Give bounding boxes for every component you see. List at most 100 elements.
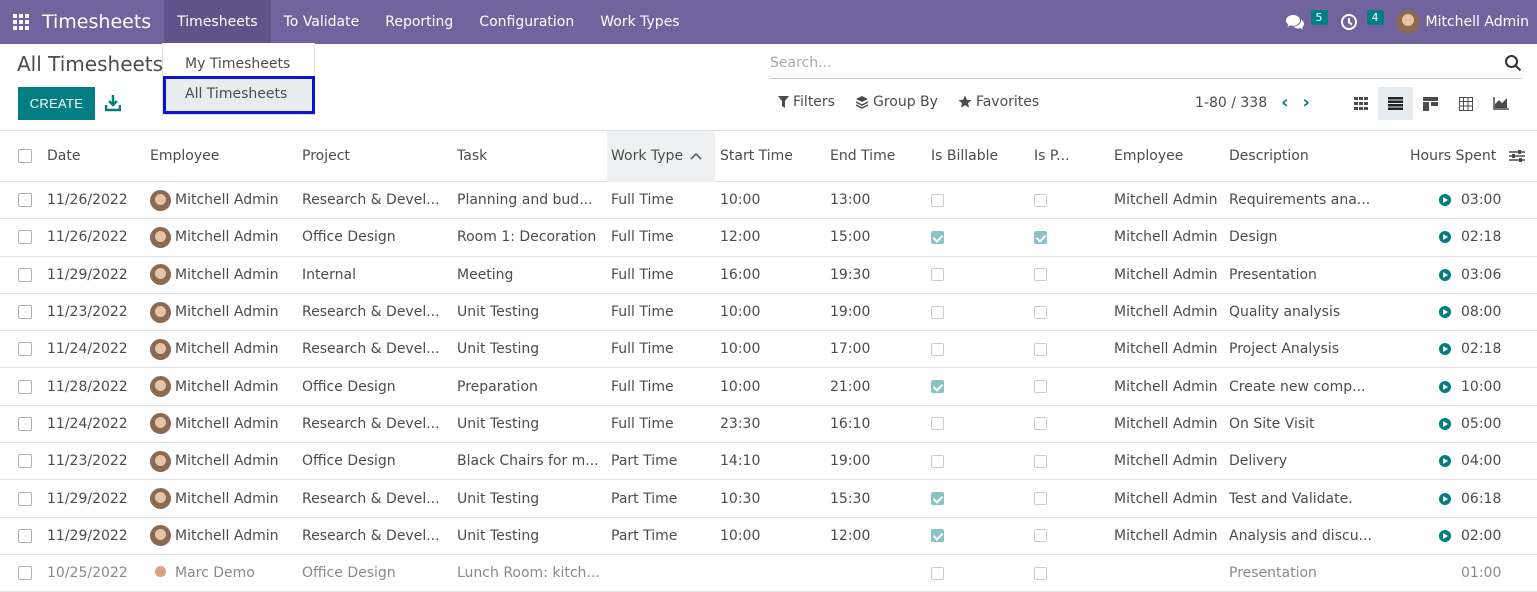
search-input[interactable] [770, 55, 1504, 71]
col-work-type[interactable]: Work Type [611, 131, 702, 181]
cell-end-time: 15:30 [830, 490, 871, 507]
billable-checkbox[interactable] [931, 268, 944, 282]
dropdown-all-timesheets[interactable]: All Timesheets [163, 76, 315, 114]
pager-range[interactable]: 1-80 / 338 [1195, 95, 1267, 111]
messages-button[interactable]: 5 [1274, 0, 1328, 44]
table-row[interactable]: 11/26/2022 Mitchell Admin Office Design Roo… [0, 219, 1537, 257]
group-by-button[interactable]: Group By [855, 94, 938, 110]
col-is-p[interactable]: Is P... [1034, 131, 1070, 181]
col-is-billable[interactable]: Is Billable [931, 131, 998, 181]
play-timer-icon[interactable] [1439, 194, 1451, 207]
row-checkbox[interactable] [18, 379, 32, 394]
row-checkbox[interactable] [18, 566, 32, 581]
col-employee-2[interactable]: Employee [1114, 131, 1183, 181]
play-timer-icon[interactable] [1439, 380, 1451, 393]
table-row[interactable]: 11/29/2022 Mitchell Admin Research & Devel… [0, 518, 1537, 555]
table-row[interactable]: 11/29/2022 Mitchell Admin Internal Meeting F… [0, 257, 1537, 294]
pivot-view-icon[interactable] [1448, 87, 1483, 120]
row-checkbox[interactable] [18, 193, 32, 208]
row-checkbox[interactable] [18, 342, 32, 357]
menu-reporting[interactable]: Reporting [372, 0, 466, 44]
is-p-checkbox[interactable] [1034, 417, 1047, 431]
optional-columns-icon[interactable] [1509, 131, 1525, 181]
filters-button[interactable]: Filters [778, 94, 835, 110]
menu-timesheets[interactable]: Timesheets [164, 0, 271, 44]
app-brand[interactable]: Timesheets [42, 11, 151, 33]
table-row[interactable]: 11/24/2022 Mitchell Admin Research & Devel… [0, 331, 1537, 369]
billable-checkbox[interactable] [931, 566, 944, 580]
cell-task: Unit Testing [457, 415, 540, 432]
col-task[interactable]: Task [457, 131, 487, 181]
list-view-icon[interactable] [1378, 87, 1413, 120]
col-employee[interactable]: Employee [150, 131, 219, 181]
row-checkbox[interactable] [18, 416, 32, 431]
favorites-button[interactable]: Favorites [958, 94, 1039, 110]
col-end-time[interactable]: End Time [830, 131, 895, 181]
billable-checkbox[interactable] [931, 342, 944, 356]
download-icon[interactable] [105, 94, 121, 112]
is-p-checkbox[interactable] [1034, 193, 1047, 207]
table-row[interactable]: 11/29/2022 Mitchell Admin Research & Devel… [0, 480, 1537, 518]
table-row[interactable]: 11/23/2022 Mitchell Admin Office Design Bla… [0, 443, 1537, 481]
pager-next-icon[interactable]: › [1303, 94, 1310, 112]
play-timer-icon[interactable] [1439, 529, 1451, 542]
billable-checkbox[interactable] [931, 193, 944, 207]
billable-checkbox[interactable] [931, 492, 944, 506]
billable-checkbox[interactable] [931, 454, 944, 468]
cell-date: 11/29/2022 [47, 490, 128, 507]
menu-work-types[interactable]: Work Types [587, 0, 692, 44]
is-p-checkbox[interactable] [1034, 380, 1047, 394]
col-hours-spent[interactable]: Hours Spent [1410, 131, 1496, 181]
table-row[interactable]: 10/25/2022 Marc Demo Office Design Lunch Ro… [0, 555, 1537, 592]
is-p-checkbox[interactable] [1034, 342, 1047, 356]
table-row[interactable]: 11/24/2022 Mitchell Admin Research & Devel… [0, 406, 1537, 444]
pager-previous-icon[interactable]: ‹ [1281, 94, 1288, 112]
billable-checkbox[interactable] [931, 380, 944, 394]
billable-checkbox[interactable] [931, 305, 944, 319]
row-checkbox[interactable] [18, 230, 32, 245]
billable-checkbox[interactable] [931, 529, 944, 543]
select-all-checkbox[interactable] [18, 149, 32, 163]
billable-checkbox[interactable] [931, 230, 944, 244]
create-button[interactable]: CREATE [18, 87, 95, 120]
row-checkbox[interactable] [18, 305, 32, 320]
activities-button[interactable]: 4 [1328, 0, 1384, 44]
is-p-checkbox[interactable] [1034, 305, 1047, 319]
row-checkbox[interactable] [18, 454, 32, 469]
row-checkbox[interactable] [18, 267, 32, 282]
is-p-checkbox[interactable] [1034, 529, 1047, 543]
menu-to-validate[interactable]: To Validate [271, 0, 373, 44]
table-row[interactable]: 11/23/2022 Mitchell Admin Research & Devel… [0, 294, 1537, 332]
billable-checkbox[interactable] [931, 417, 944, 431]
user-menu[interactable]: Mitchell Admin [1384, 10, 1529, 34]
play-timer-icon[interactable] [1439, 455, 1451, 468]
is-p-checkbox[interactable] [1034, 230, 1047, 244]
table-row[interactable]: 11/26/2022 Mitchell Admin Research & Devel… [0, 182, 1537, 220]
is-p-checkbox[interactable] [1034, 492, 1047, 506]
is-p-checkbox[interactable] [1034, 454, 1047, 468]
play-timer-icon[interactable] [1439, 492, 1451, 505]
kanban-view-icon[interactable] [1343, 87, 1378, 120]
graph-view-icon[interactable] [1483, 87, 1518, 120]
play-timer-icon[interactable] [1439, 231, 1451, 244]
play-timer-icon[interactable] [1439, 343, 1451, 356]
search-icon[interactable] [1504, 54, 1522, 72]
col-project[interactable]: Project [302, 131, 350, 181]
row-checkbox[interactable] [18, 528, 32, 543]
play-timer-icon[interactable] [1439, 268, 1451, 281]
favorites-label: Favorites [975, 94, 1040, 110]
is-p-checkbox[interactable] [1034, 566, 1047, 580]
dropdown-my-timesheets[interactable]: My Timesheets [185, 56, 290, 72]
col-description[interactable]: Description [1229, 131, 1309, 181]
table-row[interactable]: 11/28/2022 Mitchell Admin Office Design Pre… [0, 368, 1537, 406]
col-date[interactable]: Date [47, 131, 80, 181]
row-checkbox[interactable] [18, 491, 32, 506]
play-timer-icon[interactable] [1439, 417, 1451, 430]
menu-configuration[interactable]: Configuration [466, 0, 587, 44]
is-p-checkbox[interactable] [1034, 268, 1047, 282]
col-start-time[interactable]: Start Time [720, 131, 793, 181]
cell-task: Unit Testing [457, 527, 540, 544]
grid-view-icon[interactable] [1413, 87, 1448, 120]
play-timer-icon[interactable] [1439, 306, 1451, 319]
apps-menu-icon[interactable] [0, 0, 42, 44]
